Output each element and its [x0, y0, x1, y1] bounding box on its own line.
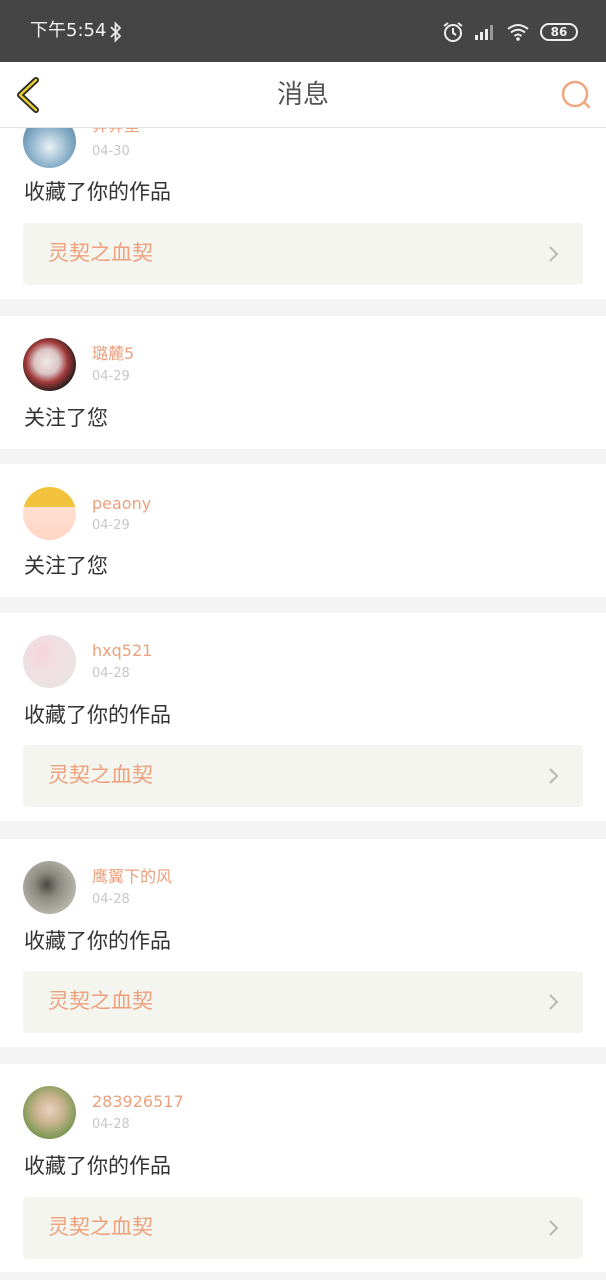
status-time: 下午5:54: [30, 20, 107, 41]
chevron-right-icon: [549, 994, 559, 1010]
battery-indicator: 86: [540, 23, 578, 41]
message-date: 04-28: [92, 666, 130, 681]
signal-icon: [475, 25, 493, 40]
bluetooth-icon: [110, 21, 122, 43]
list-item: peaony 04-29 关注了您: [0, 464, 606, 597]
avatar[interactable]: [23, 635, 76, 688]
work-title: 灵契之血契: [48, 989, 153, 1013]
message-date: 04-28: [92, 1117, 130, 1132]
chevron-right-icon: [549, 1220, 559, 1236]
work-title: 灵契之血契: [48, 763, 153, 787]
page-title: 消息: [276, 80, 329, 110]
list-item: 283926517 04-28 收藏了你的作品 灵契之血契: [0, 1064, 606, 1272]
message-text: 关注了您: [24, 554, 108, 578]
list-item: 鹰翼下的风 04-28 收藏了你的作品 灵契之血契: [0, 839, 606, 1047]
message-text: 收藏了你的作品: [24, 703, 171, 727]
message-date: 04-30: [92, 144, 130, 159]
work-title: 灵契之血契: [48, 241, 153, 265]
username-link[interactable]: 283926517: [92, 1092, 184, 1112]
message-date: 04-28: [92, 892, 130, 907]
chevron-right-icon: [549, 768, 559, 784]
avatar[interactable]: [23, 861, 76, 914]
message-date: 04-29: [92, 518, 130, 533]
work-link[interactable]: 灵契之血契: [23, 745, 583, 807]
list-item: 璐麓5 04-29 关注了您: [0, 316, 606, 449]
list-item: 莽莽堂 04-30 收藏了你的作品 灵契之血契: [0, 128, 606, 299]
message-date: 04-29: [92, 369, 130, 384]
username-link[interactable]: peaony: [92, 494, 151, 514]
message-text: 收藏了你的作品: [24, 1154, 171, 1178]
message-text: 收藏了你的作品: [24, 180, 171, 204]
search-icon[interactable]: [560, 79, 592, 111]
work-link[interactable]: 灵契之血契: [23, 223, 583, 285]
alarm-icon: [443, 22, 463, 42]
status-bar: 下午5:54 86: [0, 0, 606, 62]
username-link[interactable]: 莽莽堂: [92, 128, 140, 136]
avatar[interactable]: [23, 1086, 76, 1139]
work-title: 灵契之血契: [48, 1215, 153, 1239]
nav-bar: 消息: [0, 62, 606, 128]
username-link[interactable]: 鹰翼下的风: [92, 867, 172, 887]
work-link[interactable]: 灵契之血契: [23, 1197, 583, 1259]
username-link[interactable]: hxq521: [92, 641, 152, 661]
avatar[interactable]: [23, 128, 76, 168]
username-link[interactable]: 璐麓5: [92, 344, 134, 364]
avatar[interactable]: [23, 487, 76, 540]
message-list: 莽莽堂 04-30 收藏了你的作品 灵契之血契 璐麓5 04-29 关注了您 p…: [0, 128, 606, 1280]
message-text: 关注了您: [24, 406, 108, 430]
chevron-right-icon: [549, 246, 559, 262]
wifi-icon: [507, 24, 529, 41]
avatar[interactable]: [23, 338, 76, 391]
list-item: hxq521 04-28 收藏了你的作品 灵契之血契: [0, 613, 606, 821]
work-link[interactable]: 灵契之血契: [23, 971, 583, 1033]
message-text: 收藏了你的作品: [24, 929, 171, 953]
